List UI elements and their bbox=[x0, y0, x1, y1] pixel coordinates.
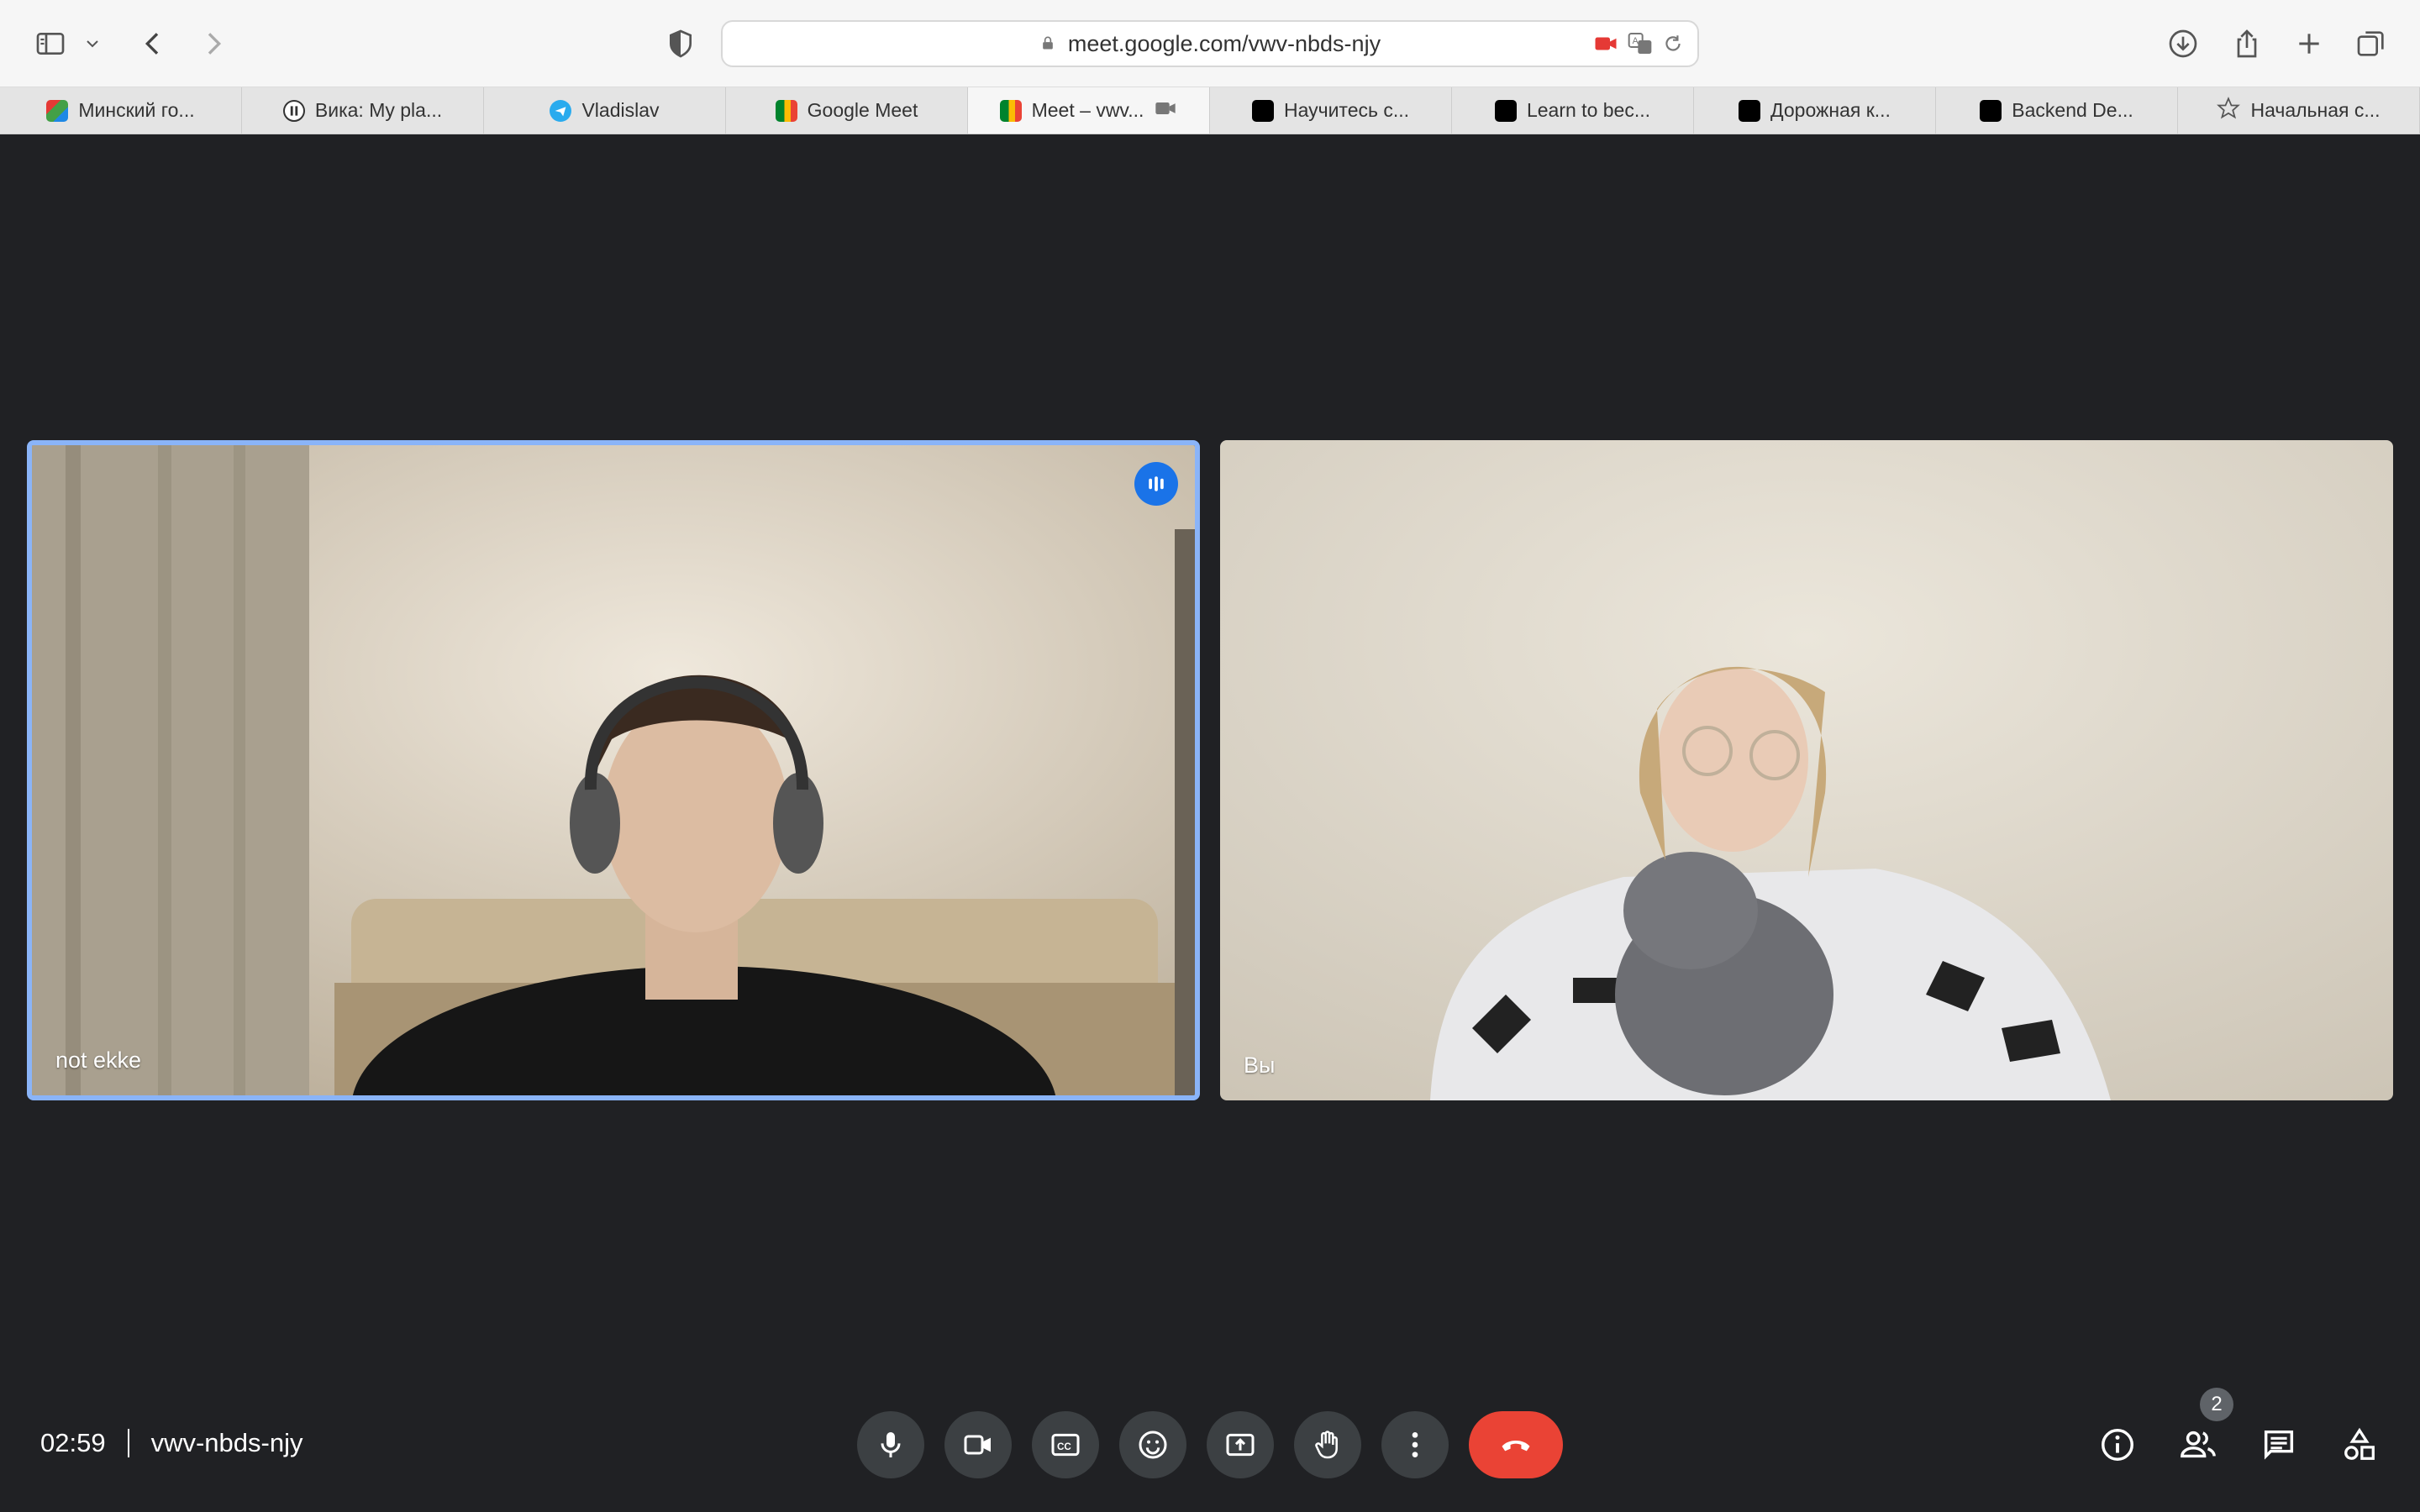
tab-label: Google Meet bbox=[807, 99, 918, 121]
participant-name: not ekke bbox=[55, 1047, 142, 1073]
tab-5-active[interactable]: Meet – vwv... bbox=[968, 87, 1210, 134]
people-button[interactable] bbox=[2175, 1421, 2222, 1468]
sidebar-toggle-icon[interactable] bbox=[27, 20, 74, 67]
new-tab-icon[interactable] bbox=[2286, 20, 2333, 67]
self-video bbox=[1220, 440, 2393, 1100]
tab-overview-icon[interactable] bbox=[2348, 20, 2395, 67]
tab-label: Начальная с... bbox=[2250, 99, 2381, 121]
tab-label: Meet – vwv... bbox=[1031, 99, 1144, 121]
leave-call-button[interactable] bbox=[1469, 1411, 1563, 1478]
downloads-icon[interactable] bbox=[2160, 20, 2207, 67]
tab-3[interactable]: Vladislav bbox=[484, 87, 726, 134]
share-icon[interactable] bbox=[2223, 20, 2270, 67]
present-screen-icon bbox=[1226, 1433, 1255, 1457]
star-icon bbox=[2217, 96, 2241, 125]
svg-text:A: A bbox=[1633, 36, 1639, 46]
camera-icon bbox=[964, 1435, 991, 1455]
reactions-button[interactable] bbox=[1119, 1411, 1186, 1478]
meeting-code: vwv-nbds-njy bbox=[150, 1428, 303, 1457]
browser-toolbar: meet.google.com/vwv-nbds-njy A bbox=[0, 0, 2420, 87]
tab-label: Вика: My pla... bbox=[314, 99, 443, 121]
meeting-info: 02:59 vwv-nbds-njy bbox=[40, 1428, 302, 1458]
svg-text:CC: CC bbox=[1057, 1441, 1071, 1452]
tab-6[interactable]: Научитесь с... bbox=[1210, 87, 1452, 134]
participant-tile-remote[interactable]: not ekke bbox=[27, 440, 1200, 1100]
hang-up-icon bbox=[1502, 1440, 1530, 1452]
info-icon bbox=[2102, 1429, 2133, 1461]
participant-video bbox=[32, 445, 1195, 1095]
self-name: Вы bbox=[1244, 1053, 1276, 1078]
activities-button[interactable] bbox=[2336, 1421, 2383, 1468]
tab-9[interactable]: Backend De... bbox=[1936, 87, 2178, 134]
tab-10[interactable]: Начальная с... bbox=[2178, 87, 2420, 134]
present-screen-button[interactable] bbox=[1207, 1411, 1274, 1478]
participant-tile-self[interactable]: Вы bbox=[1220, 440, 2393, 1100]
camera-in-use-icon[interactable] bbox=[1593, 31, 1618, 62]
separator bbox=[127, 1429, 129, 1457]
tab-label: Learn to bec... bbox=[1526, 99, 1651, 121]
meeting-controls-bar: 02:59 vwv-nbds-njy CC bbox=[0, 1378, 2420, 1512]
chat-icon bbox=[2264, 1430, 2294, 1460]
more-vertical-icon bbox=[1412, 1432, 1418, 1457]
meeting-details-button[interactable] bbox=[2094, 1421, 2141, 1468]
address-bar[interactable]: meet.google.com/vwv-nbds-njy A bbox=[721, 20, 1699, 67]
roadmap-icon bbox=[1980, 99, 2002, 122]
meeting-time: 02:59 bbox=[40, 1428, 106, 1457]
tab-label: Дорожная к... bbox=[1770, 99, 1891, 121]
microphone-button[interactable] bbox=[857, 1411, 924, 1478]
hand-icon bbox=[1315, 1431, 1338, 1459]
tab-label: Vladislav bbox=[581, 99, 660, 121]
tab-4[interactable]: Google Meet bbox=[726, 87, 968, 134]
pause-icon bbox=[282, 99, 305, 122]
tab-label: Научитесь с... bbox=[1283, 99, 1410, 121]
forward-icon[interactable] bbox=[190, 20, 237, 67]
translate-icon[interactable]: A bbox=[1627, 30, 1654, 63]
roadmap-icon bbox=[1251, 99, 1274, 122]
lock-icon bbox=[1039, 31, 1056, 57]
roadmap-icon bbox=[1739, 99, 1761, 122]
back-icon[interactable] bbox=[129, 20, 176, 67]
speaking-indicator-icon bbox=[1134, 462, 1178, 506]
meet-stage: not ekke Вы bbox=[0, 134, 2420, 1512]
meet-icon bbox=[775, 99, 797, 122]
privacy-shield-icon[interactable] bbox=[657, 20, 704, 67]
more-options-button[interactable] bbox=[1381, 1411, 1449, 1478]
closed-captions-icon: CC bbox=[1051, 1433, 1080, 1457]
tab-1[interactable]: Минский го... bbox=[0, 87, 242, 134]
tab-2[interactable]: Вика: My pla... bbox=[242, 87, 484, 134]
meet-icon bbox=[999, 99, 1022, 122]
chat-button[interactable] bbox=[2255, 1421, 2302, 1468]
camera-recording-icon bbox=[1154, 97, 1177, 125]
people-count-badge: 2 bbox=[2200, 1388, 2233, 1421]
colorful-favicon-icon bbox=[46, 99, 69, 122]
activities-shapes-icon bbox=[2344, 1427, 2375, 1460]
tab-7[interactable]: Learn to bec... bbox=[1452, 87, 1694, 134]
camera-button[interactable] bbox=[944, 1411, 1012, 1478]
tab-8[interactable]: Дорожная к... bbox=[1694, 87, 1936, 134]
microphone-icon bbox=[881, 1432, 901, 1457]
raise-hand-button[interactable] bbox=[1294, 1411, 1361, 1478]
tab-label: Backend De... bbox=[2012, 99, 2133, 121]
telegram-icon bbox=[550, 99, 572, 122]
tab-bar: Минский го... Вика: My pla... Vladislav … bbox=[0, 87, 2420, 134]
tab-label: Минский го... bbox=[78, 99, 195, 121]
chevron-down-icon[interactable] bbox=[77, 20, 108, 67]
captions-button[interactable]: CC bbox=[1032, 1411, 1099, 1478]
people-icon bbox=[2181, 1431, 2216, 1458]
roadmap-icon bbox=[1494, 99, 1517, 122]
url-text: meet.google.com/vwv-nbds-njy bbox=[1067, 30, 1381, 56]
emoji-icon bbox=[1139, 1431, 1167, 1459]
reload-icon[interactable] bbox=[1662, 33, 1684, 60]
